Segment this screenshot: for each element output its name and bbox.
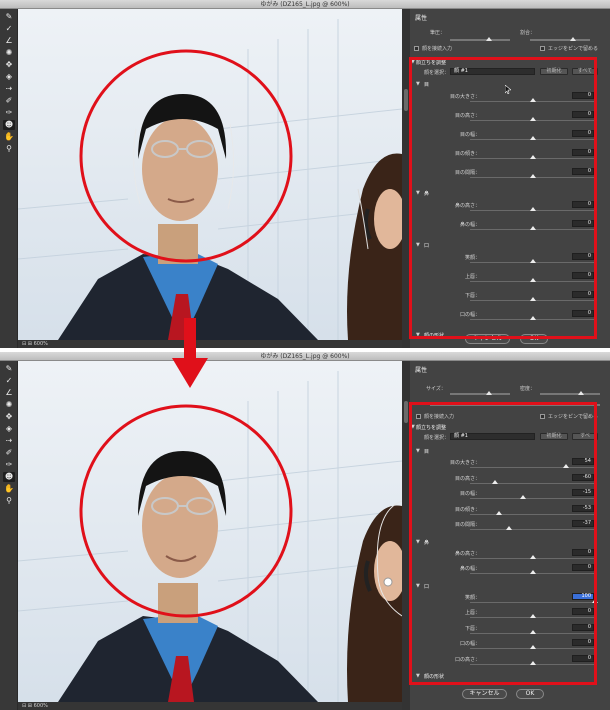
zoom-minus-icon[interactable]: ⊟ <box>22 341 26 347</box>
cancel-button[interactable]: キャンセル <box>462 689 507 699</box>
panel-title: 属性 <box>415 367 428 374</box>
freeze-mask-tool-icon[interactable]: ✐ <box>3 448 15 458</box>
image-canvas[interactable] <box>18 9 402 340</box>
window-title-bar: ゆがみ (DZ165_L.jpg @ 600%) <box>0 352 610 361</box>
mouse-pointer-icon <box>505 85 511 94</box>
push-left-tool-icon[interactable]: ⇢ <box>3 436 15 446</box>
zoom-minus-icon[interactable]: ⊟ <box>22 703 26 709</box>
twirl-tool-icon[interactable]: ✺ <box>3 48 15 58</box>
density-slider-knob[interactable] <box>570 37 576 41</box>
face-tool-icon[interactable]: ☻ <box>3 120 15 130</box>
pucker-tool-icon[interactable]: ✥ <box>3 60 15 70</box>
zoom-tool-icon[interactable]: ⚲ <box>3 144 15 154</box>
pucker-tool-icon[interactable]: ✥ <box>3 412 15 422</box>
highlight-box-before <box>409 57 597 339</box>
size-slider-knob[interactable] <box>486 37 492 41</box>
twirl-tool-icon[interactable]: ✺ <box>3 400 15 410</box>
zoom-level[interactable]: 600% <box>34 341 48 347</box>
zoom-tool-icon[interactable]: ⚲ <box>3 496 15 506</box>
density-label: 割合： <box>520 30 536 36</box>
face-tool-icon[interactable]: ☻ <box>3 472 15 482</box>
ok-button[interactable]: OK <box>516 689 544 699</box>
density-slider-knob[interactable] <box>578 391 584 395</box>
smooth-tool-icon[interactable]: ∠ <box>3 36 15 46</box>
freeze-mask-tool-icon[interactable]: ✐ <box>3 96 15 106</box>
pin-edges-checkbox[interactable] <box>540 46 545 51</box>
bloat-tool-icon[interactable]: ◈ <box>3 72 15 82</box>
zoom-plus-icon[interactable]: ⊞ <box>28 341 32 347</box>
bloat-tool-icon[interactable]: ◈ <box>3 424 15 434</box>
image-canvas[interactable] <box>18 361 402 702</box>
thaw-mask-tool-icon[interactable]: ✑ <box>3 108 15 118</box>
hand-tool-icon[interactable]: ✋ <box>3 132 15 142</box>
highlight-box-after <box>409 402 597 685</box>
liquify-toolbar: ✎ ✓ ∠ ✺ ✥ ◈ ⇢ ✐ ✑ ☻ ✋ ⚲ <box>0 361 18 710</box>
liquify-toolbar: ✎ ✓ ∠ ✺ ✥ ◈ ⇢ ✐ ✑ ☻ ✋ ⚲ <box>0 9 18 348</box>
reconstruct-tool-icon[interactable]: ✓ <box>3 24 15 34</box>
zoom-plus-icon[interactable]: ⊞ <box>28 703 32 709</box>
size-label: サイズ： <box>426 386 446 392</box>
forward-warp-tool-icon[interactable]: ✎ <box>3 12 15 22</box>
window-title-bar: ゆがみ (DZ165_L.jpg @ 600%) <box>0 0 610 9</box>
photo-preview <box>18 361 402 702</box>
zoom-level[interactable]: 600% <box>34 703 48 709</box>
push-left-tool-icon[interactable]: ⇢ <box>3 84 15 94</box>
status-bar: ⊟ ⊞ 600% <box>18 340 402 348</box>
size-slider-knob[interactable] <box>486 391 492 395</box>
forward-warp-tool-icon[interactable]: ✎ <box>3 364 15 374</box>
density-label: 密度： <box>520 386 536 392</box>
thaw-mask-tool-icon[interactable]: ✑ <box>3 460 15 470</box>
size-label: 筆圧： <box>430 30 446 36</box>
panel-title: 属性 <box>415 15 428 22</box>
photo-preview <box>18 9 402 340</box>
status-bar: ⊟ ⊞ 600% <box>18 702 402 710</box>
hand-tool-icon[interactable]: ✋ <box>3 484 15 494</box>
mask-checkbox-label: 顔を接続入力 <box>422 46 453 52</box>
pin-edges-label: エッジをピンで留める <box>548 46 599 52</box>
reconstruct-tool-icon[interactable]: ✓ <box>3 376 15 386</box>
mask-checkbox[interactable] <box>414 46 419 51</box>
arrow-down-icon <box>172 318 208 388</box>
smooth-tool-icon[interactable]: ∠ <box>3 388 15 398</box>
